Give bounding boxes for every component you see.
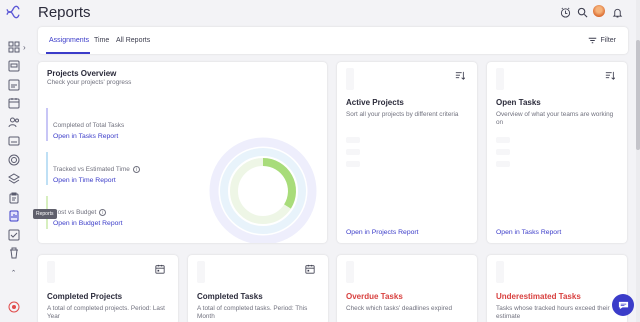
avatar[interactable]	[593, 5, 605, 17]
tab-assignments[interactable]: Assignments	[49, 37, 89, 44]
layers-icon[interactable]	[7, 172, 20, 185]
card-title: Active Projects	[346, 98, 404, 107]
card-desc: Sort all your projects by different crit…	[346, 111, 459, 118]
sort-icon[interactable]	[455, 71, 465, 81]
projects-overview-card: Projects Overview Check your projects' p…	[38, 62, 327, 243]
reports-icon[interactable]	[7, 209, 20, 222]
info-icon[interactable]: i	[99, 209, 107, 216]
placeholder	[496, 149, 510, 155]
card-title: Underestimated Tasks	[496, 292, 581, 301]
alarm-icon[interactable]	[559, 6, 571, 18]
calendar-icon[interactable]	[155, 264, 165, 274]
card-desc: A total of completed projects. Period: L…	[47, 305, 165, 321]
grid-icon[interactable]	[7, 40, 20, 53]
people-icon[interactable]	[7, 115, 20, 128]
card-subtitle: Check your projects' progress	[47, 79, 132, 86]
filter-label: Filter	[600, 37, 616, 44]
metric-bar	[46, 108, 48, 141]
card-title: Open Tasks	[496, 98, 541, 107]
open-tasks-report-link[interactable]: Open in Tasks Report	[53, 133, 118, 140]
info-icon[interactable]: i	[132, 166, 140, 173]
sidebar: › Reports ⌃	[0, 0, 57, 322]
search-icon[interactable]	[576, 6, 588, 18]
placeholder	[496, 161, 510, 167]
calendar-icon[interactable]	[7, 96, 20, 109]
open-time-report-link[interactable]: Open in Time Report	[53, 177, 116, 184]
collapse-chevron-icon[interactable]: ⌃	[7, 266, 20, 279]
chat-button[interactable]	[612, 294, 634, 316]
completed-projects-card: Completed Projects A total of completed …	[38, 255, 178, 322]
tab-time[interactable]: Time	[94, 37, 109, 44]
money-icon[interactable]	[7, 134, 20, 147]
placeholder	[496, 68, 504, 90]
open-tasks-report-link[interactable]: Open in Tasks Report	[496, 229, 561, 236]
card-title: Completed Tasks	[197, 292, 263, 301]
tabs-bar: Assignments Time All Reports Filter	[38, 27, 628, 54]
open-projects-report-link[interactable]: Open in Projects Report	[346, 229, 419, 236]
notification-alert-icon[interactable]	[7, 300, 20, 313]
board-icon[interactable]	[7, 59, 20, 72]
active-projects-card: Active Projects Sort all your projects b…	[337, 62, 477, 243]
placeholder	[346, 261, 354, 283]
placeholder	[47, 261, 55, 283]
underestimated-tasks-card: Underestimated Tasks Tasks whose tracked…	[487, 255, 627, 322]
chat-icon	[618, 301, 628, 309]
card-desc: A total of completed tasks. Period: This…	[197, 305, 308, 321]
expand-chevron-icon[interactable]: ›	[23, 43, 26, 52]
sort-icon[interactable]	[605, 71, 615, 81]
completed-tasks-card: Completed Tasks A total of completed tas…	[188, 255, 328, 322]
placeholder	[496, 137, 510, 143]
placeholder	[197, 261, 205, 283]
scrollbar-thumb[interactable]	[636, 40, 640, 150]
metric-label-text: Cost vs Budget	[53, 209, 97, 217]
bell-icon[interactable]	[611, 6, 623, 18]
filter-icon	[589, 37, 597, 44]
card-title: Overdue Tasks	[346, 292, 403, 301]
open-budget-report-link[interactable]: Open in Budget Report	[53, 220, 123, 227]
checklist-icon[interactable]	[7, 228, 20, 241]
metric-label-text: Tracked vs Estimated Time	[53, 166, 130, 174]
metric-label: Completed of Total Tasks	[53, 122, 125, 129]
overdue-tasks-card: Overdue Tasks Check which tasks' deadlin…	[337, 255, 477, 322]
clipboard-icon[interactable]	[7, 191, 20, 204]
tab-all-reports[interactable]: All Reports	[116, 37, 150, 44]
card-desc: Check which tasks' deadlines expired	[346, 305, 453, 312]
active-tab-indicator	[46, 52, 90, 54]
placeholder	[346, 161, 360, 167]
metric-label: Cost vs Budget i	[53, 209, 107, 217]
task-icon[interactable]	[7, 78, 20, 91]
calendar-icon[interactable]	[305, 264, 315, 274]
page-title: Reports	[38, 4, 91, 21]
metric-bar	[46, 152, 48, 185]
card-title: Completed Projects	[47, 292, 123, 301]
card-desc: Tasks whose tracked hours exceed their e…	[496, 305, 610, 321]
open-tasks-card: Open Tasks Overview of what your teams a…	[487, 62, 627, 243]
filter-button[interactable]: Filter	[588, 36, 616, 45]
trash-icon[interactable]	[7, 246, 20, 259]
progress-rings	[209, 137, 317, 243]
target-icon[interactable]	[7, 153, 20, 166]
card-title: Projects Overview	[47, 69, 117, 78]
placeholder	[496, 261, 504, 283]
card-desc: Overview of what your teams are working …	[496, 111, 614, 127]
reports-tooltip: Reports	[33, 209, 57, 219]
logo-icon[interactable]	[5, 5, 21, 19]
metric-label: Tracked vs Estimated Time i	[53, 166, 140, 173]
placeholder	[346, 137, 360, 143]
placeholder	[346, 149, 360, 155]
placeholder	[346, 68, 354, 90]
